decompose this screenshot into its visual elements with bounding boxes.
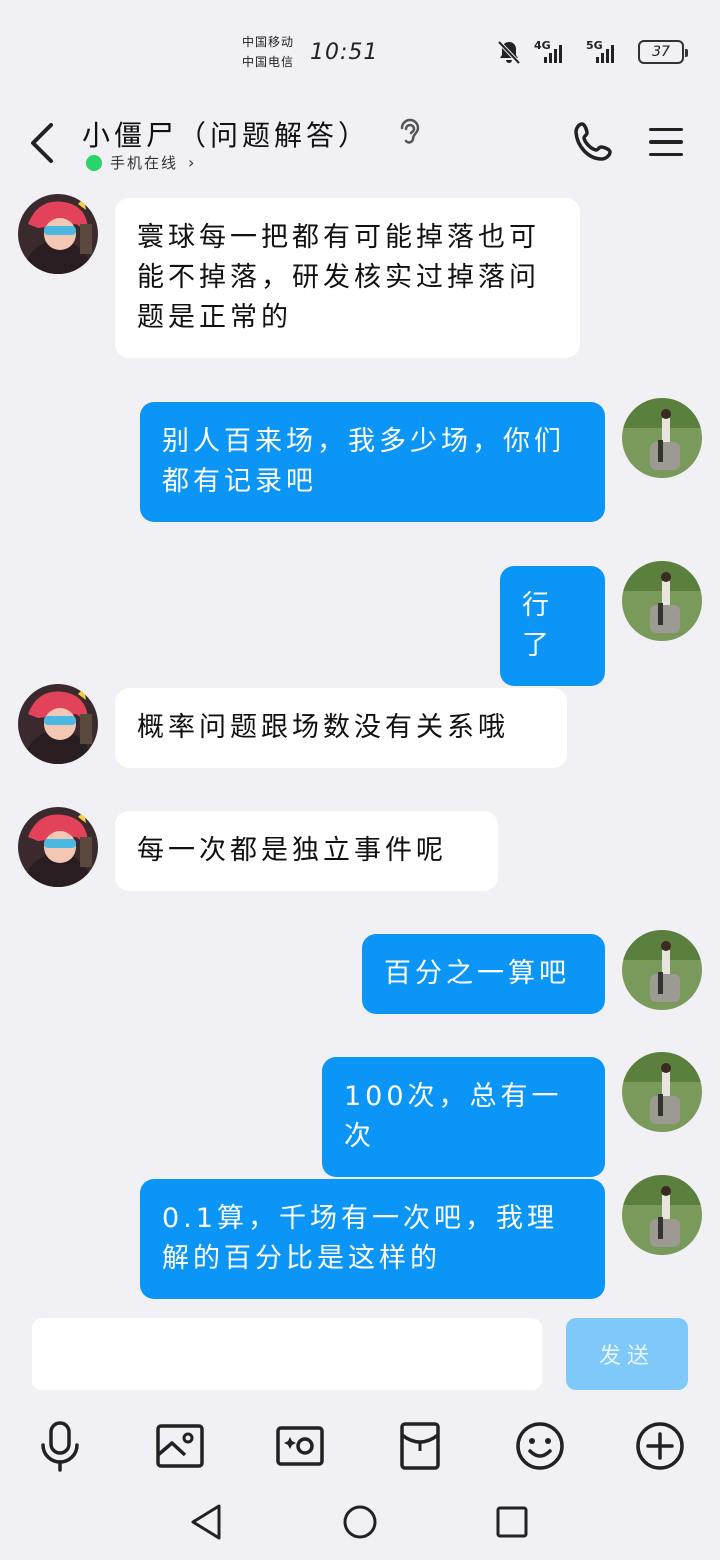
contact-avatar[interactable] — [18, 807, 98, 887]
user-avatar[interactable] — [622, 1052, 702, 1132]
emoji-icon — [516, 1422, 564, 1470]
message-text: 概率问题跟场数没有关系哦 — [137, 712, 509, 743]
back-arrow-icon — [31, 123, 53, 163]
battery-icon: 37 — [638, 40, 688, 64]
online-status[interactable]: 手机在线 › — [86, 152, 194, 173]
back-button[interactable] — [20, 118, 64, 168]
user-avatar[interactable] — [622, 561, 702, 641]
nav-home-button[interactable] — [336, 1498, 384, 1546]
menu-button[interactable] — [640, 116, 692, 168]
menu-line — [649, 127, 683, 132]
user-avatar[interactable] — [622, 1175, 702, 1255]
menu-line — [649, 140, 683, 144]
message-bubble-received[interactable]: 每一次都是独立事件呢 — [115, 811, 498, 891]
carrier-info: 中国移动 中国电信 — [242, 32, 294, 72]
square-recents-icon — [496, 1506, 528, 1538]
message-input[interactable] — [32, 1318, 542, 1390]
message-bubble-sent[interactable]: 百分之一算吧 — [362, 934, 605, 1014]
chat-title[interactable]: 小僵尸（问题解答） — [82, 114, 370, 154]
message-text: 行了 — [522, 590, 553, 661]
anime-character-avatar-icon — [18, 684, 98, 764]
message-text: 0.1算，千场有一次吧，我理解的百分比是这样的 — [162, 1203, 558, 1274]
message-text: 百分之一算吧 — [384, 958, 570, 989]
message-bubble-sent[interactable]: 别人百来场，我多少场，你们都有记录吧 — [140, 402, 605, 522]
red-packet-button[interactable] — [390, 1418, 450, 1474]
phone-icon — [574, 122, 612, 161]
chevron-right-icon: › — [188, 153, 195, 172]
nav-back-button[interactable] — [182, 1498, 230, 1546]
person-photo-avatar-icon — [622, 930, 702, 1010]
menu-line — [649, 152, 683, 157]
send-button[interactable]: 发送 — [566, 1318, 688, 1390]
anime-character-avatar-icon — [18, 194, 98, 274]
status-icons: 4G 5G 37 — [496, 36, 688, 68]
circle-home-icon — [343, 1505, 377, 1539]
person-photo-avatar-icon — [622, 561, 702, 641]
carrier-2: 中国电信 — [242, 55, 295, 69]
anime-character-avatar-icon — [18, 807, 98, 887]
message-bubble-sent[interactable]: 100次，总有一次 — [322, 1057, 605, 1177]
call-button[interactable] — [568, 116, 620, 168]
message-bubble-sent[interactable]: 行了 — [500, 566, 605, 686]
signal-5g-icon: 5G — [586, 39, 626, 65]
system-nav-bar — [0, 1484, 720, 1560]
battery-level: 37 — [652, 44, 670, 60]
nav-recents-button[interactable] — [488, 1498, 536, 1546]
contact-avatar[interactable] — [18, 194, 98, 274]
ear-icon[interactable] — [392, 114, 426, 148]
red-packet-icon — [400, 1422, 440, 1470]
microphone-icon — [41, 1421, 79, 1472]
composer-toolbar — [0, 1404, 720, 1484]
camera-icon — [276, 1426, 324, 1466]
signal-4g-icon: 4G — [534, 39, 574, 65]
message-text: 100次，总有一次 — [344, 1081, 563, 1152]
contact-avatar[interactable] — [18, 684, 98, 764]
camera-button[interactable] — [270, 1418, 330, 1474]
person-photo-avatar-icon — [622, 398, 702, 478]
chat-header: 小僵尸（问题解答） 手机在线 › — [0, 100, 720, 192]
message-text: 每一次都是独立事件呢 — [137, 835, 447, 866]
emoji-button[interactable] — [510, 1418, 570, 1474]
triangle-back-icon — [191, 1504, 221, 1540]
clock: 10:51 — [310, 40, 379, 65]
voice-button[interactable] — [30, 1418, 90, 1474]
user-avatar[interactable] — [622, 930, 702, 1010]
message-text: 寰球每一把都有可能掉落也可能不掉落，研发核实过掉落问题是正常的 — [137, 222, 540, 333]
status-bar: 中国移动 中国电信 10:51 4G 5G 37 — [0, 0, 720, 100]
online-dot-icon — [86, 154, 102, 171]
online-status-text: 手机在线 — [110, 154, 179, 172]
image-icon — [156, 1424, 204, 1468]
carrier-1: 中国移动 — [242, 35, 295, 49]
message-list[interactable]: 寰球每一把都有可能掉落也可能不掉落，研发核实过掉落问题是正常的 别人百来场，我多… — [0, 192, 720, 1304]
user-avatar[interactable] — [622, 398, 702, 478]
mute-bell-icon — [497, 40, 521, 65]
image-button[interactable] — [150, 1418, 210, 1474]
plus-icon — [636, 1422, 684, 1470]
message-bubble-received[interactable]: 概率问题跟场数没有关系哦 — [115, 688, 567, 768]
more-button[interactable] — [630, 1418, 690, 1474]
composer: 发送 — [0, 1304, 720, 1404]
person-photo-avatar-icon — [622, 1052, 702, 1132]
message-bubble-received[interactable]: 寰球每一把都有可能掉落也可能不掉落，研发核实过掉落问题是正常的 — [115, 198, 580, 358]
message-text: 别人百来场，我多少场，你们都有记录吧 — [162, 426, 565, 497]
message-bubble-sent[interactable]: 0.1算，千场有一次吧，我理解的百分比是这样的 — [140, 1179, 605, 1299]
person-photo-avatar-icon — [622, 1175, 702, 1255]
